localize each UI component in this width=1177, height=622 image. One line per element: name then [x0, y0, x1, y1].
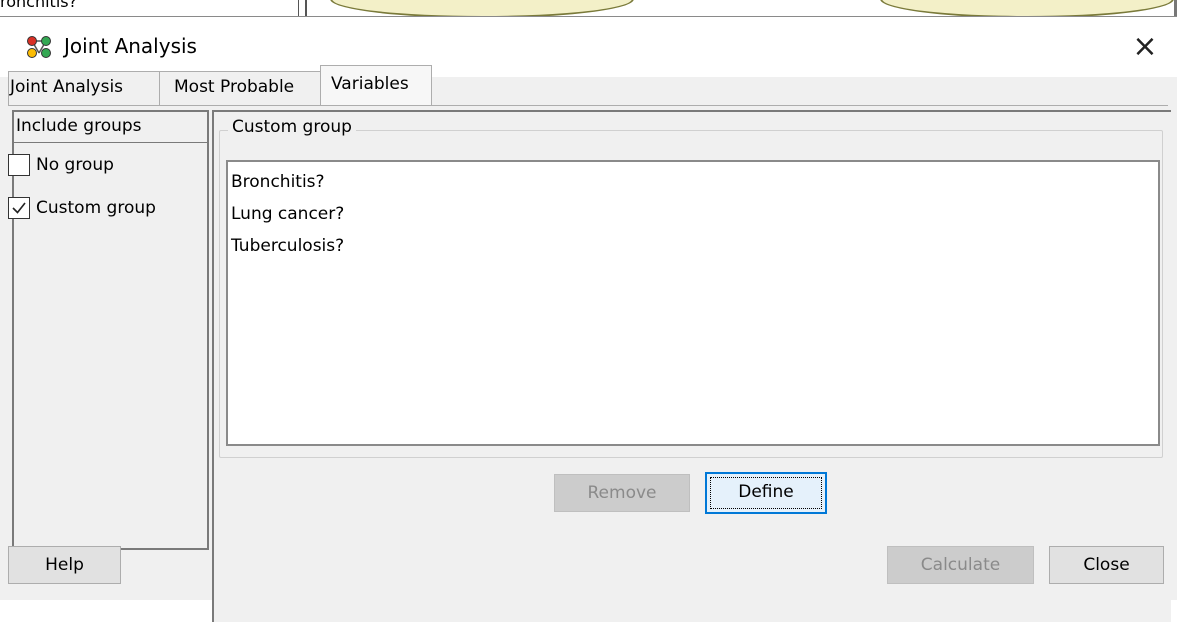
background-node-label: ronchitis?: [0, 0, 78, 11]
network-graph-icon: [27, 36, 51, 58]
define-button[interactable]: Define: [705, 472, 827, 514]
checkmark-icon: [12, 202, 26, 214]
custom-group-option[interactable]: Custom group: [8, 197, 156, 219]
dialog-title: Joint Analysis: [64, 34, 197, 58]
define-button-label: Define: [738, 482, 794, 502]
list-item[interactable]: Lung cancer?: [231, 204, 344, 224]
no-group-label: No group: [36, 155, 114, 175]
tab-most-probable[interactable]: Most Probable: [174, 77, 294, 97]
close-button[interactable]: Close: [1049, 546, 1164, 584]
include-groups-header: Include groups: [14, 112, 207, 143]
variables-list[interactable]: Bronchitis? Lung cancer? Tuberculosis?: [226, 160, 1160, 446]
custom-group-label: Custom group: [36, 198, 156, 218]
tab-joint-analysis[interactable]: Joint Analysis: [10, 77, 123, 97]
tab-content-border: [8, 105, 1168, 106]
calculate-button[interactable]: Calculate: [887, 546, 1034, 584]
title-bar[interactable]: Joint Analysis ×: [0, 17, 1177, 77]
remove-button[interactable]: Remove: [554, 474, 690, 512]
no-group-checkbox[interactable]: [8, 154, 30, 176]
no-group-option[interactable]: No group: [8, 154, 114, 176]
include-groups-panel: Include groups: [12, 110, 209, 550]
custom-group-checkbox[interactable]: [8, 197, 30, 219]
help-button[interactable]: Help: [8, 546, 121, 584]
custom-group-legend: Custom group: [228, 117, 356, 137]
include-groups-title: Include groups: [16, 116, 142, 136]
close-icon[interactable]: ×: [1125, 27, 1165, 67]
list-item[interactable]: Tuberculosis?: [231, 236, 344, 256]
tab-variables[interactable]: Variables: [331, 74, 409, 94]
list-item[interactable]: Bronchitis?: [231, 172, 325, 192]
